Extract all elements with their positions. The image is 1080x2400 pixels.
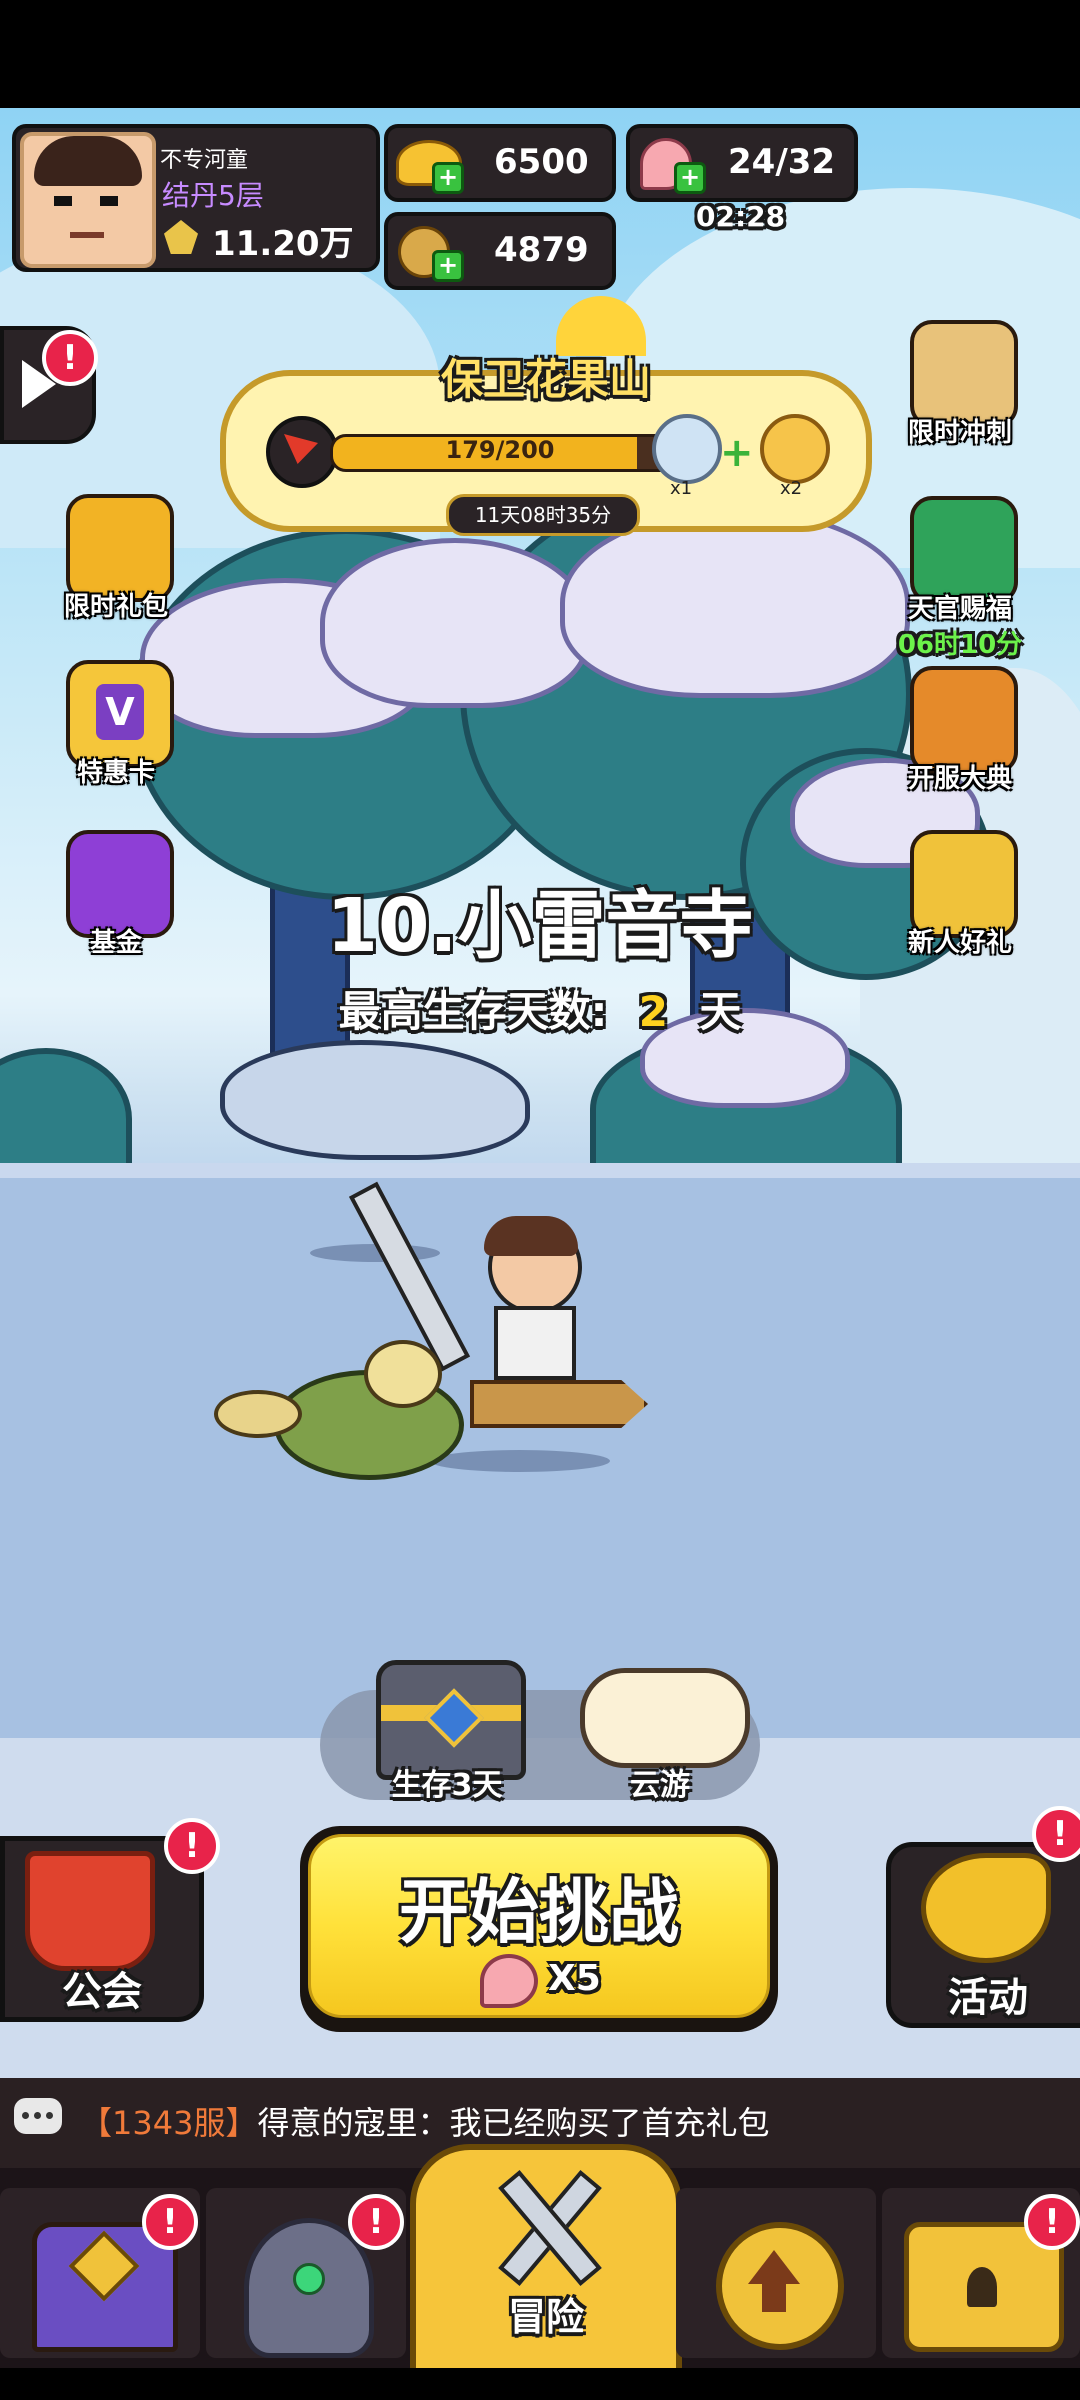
- blessing-timer: 06时10分: [897, 630, 1023, 660]
- cloud-travel-button[interactable]: 云游: [570, 1656, 750, 1803]
- stamina-timer: 02:28: [696, 200, 786, 233]
- hero-sword-board: [470, 1380, 648, 1428]
- reward1-count: x1: [670, 478, 693, 499]
- cloud-travel-label: 云游: [630, 1768, 690, 1803]
- survival-record: 最高生存天数: 2 天: [0, 978, 1080, 1039]
- horn-icon: [921, 1853, 1051, 1963]
- dragon-pet: [214, 1340, 464, 1480]
- survival-unit: 天: [699, 987, 742, 1036]
- add-coin-button[interactable]: +: [432, 250, 464, 282]
- start-challenge-button[interactable]: 开始挑战 X5: [300, 1826, 778, 2032]
- stage-title: 10.小雷音寺: [326, 883, 754, 969]
- chat-server: 【1343服】: [80, 2104, 258, 2142]
- crossed-swords-icon: [486, 2164, 606, 2287]
- stamina-amount: 24/32: [728, 142, 836, 182]
- share-alert-badge: !: [42, 330, 98, 386]
- player-name: 不专河童: [160, 148, 249, 173]
- chat-text: 得意的寇里：我已经购买了首充礼包: [257, 2104, 770, 2142]
- event-title: 保卫花果山: [440, 355, 651, 404]
- vip-card-button[interactable]: V 特惠卡: [46, 660, 186, 800]
- nav-adventure-button[interactable]: 冒险: [410, 2144, 682, 2380]
- equipment-alert-badge: !: [348, 2194, 404, 2250]
- nav-upgrade-button[interactable]: [676, 2188, 876, 2358]
- event-countdown: 11天08时35分: [446, 494, 640, 536]
- reward-chest-icon[interactable]: [760, 414, 830, 484]
- event-emblem-icon: [266, 416, 338, 488]
- player-avatar[interactable]: [20, 132, 156, 268]
- cloud-icon: [580, 1668, 750, 1768]
- limited-gift-label: 限时礼包: [63, 592, 168, 622]
- survival-chest-label: 生存3天: [391, 1768, 503, 1803]
- add-gold-button[interactable]: +: [432, 162, 464, 194]
- chat-message: 【1343服】得意的寇里：我已经购买了首充礼包: [80, 2098, 769, 2144]
- player-realm: 结丹5层: [162, 179, 264, 212]
- blessing-label: 天官赐福: [907, 594, 1012, 624]
- reward-plus-icon: +: [720, 430, 754, 476]
- vip-card-label: 特惠卡: [76, 758, 155, 788]
- limited-gift-button[interactable]: 限时礼包: [46, 494, 186, 634]
- power-icon: [164, 220, 198, 254]
- limited-sprint-label: 限时冲刺: [907, 418, 1012, 448]
- bottom-safe-area: [0, 2368, 1080, 2400]
- home-alert-badge: !: [142, 2194, 198, 2250]
- player-power: 11.20万: [212, 224, 354, 264]
- guild-banner-icon: [25, 1851, 155, 1971]
- bottom-nav: 冒险 ! ! !: [0, 2144, 1080, 2380]
- server-celebration-label: 开服大典: [907, 764, 1012, 794]
- player-panel[interactable]: 不专河童 结丹5层 11.20万: [12, 124, 380, 272]
- survival-days: 2: [638, 987, 668, 1036]
- peach-cost-icon: [480, 1954, 538, 2008]
- reward2-count: x2: [780, 478, 803, 499]
- add-stamina-button[interactable]: +: [674, 162, 706, 194]
- nav-adventure-label: 冒险: [507, 2295, 584, 2339]
- guild-label: 公会: [62, 1969, 142, 2015]
- status-bar: [0, 0, 1080, 108]
- server-celebration-button[interactable]: 开服大典: [890, 666, 1030, 806]
- coin-panel[interactable]: + 4879: [384, 212, 616, 290]
- upgrade-arrow-icon: [716, 2222, 844, 2350]
- blessing-button[interactable]: 天官赐福: [890, 496, 1030, 636]
- reward-box-icon[interactable]: [652, 414, 722, 484]
- start-challenge-label: 开始挑战: [399, 1871, 679, 1953]
- stamina-panel[interactable]: + 24/32: [626, 124, 858, 202]
- activity-label: 活动: [948, 1975, 1028, 2021]
- chat-bubble-icon: [14, 2098, 62, 2134]
- activity-alert-badge: !: [1032, 1806, 1080, 1862]
- coin-amount: 4879: [494, 230, 589, 270]
- limited-sprint-button[interactable]: 限时冲刺: [890, 320, 1030, 460]
- survival-label: 最高生存天数:: [338, 987, 608, 1036]
- treasure-alert-badge: !: [1024, 2194, 1080, 2250]
- guild-alert-badge: !: [164, 1818, 220, 1874]
- activity-button[interactable]: 活动: [886, 1842, 1080, 2028]
- gold-panel[interactable]: + 6500: [384, 124, 616, 202]
- gold-amount: 6500: [494, 142, 589, 182]
- event-progress-text: 179/200: [445, 436, 555, 464]
- start-cost: X5: [548, 1958, 601, 1999]
- survival-chest-button[interactable]: 生存3天: [372, 1660, 526, 1803]
